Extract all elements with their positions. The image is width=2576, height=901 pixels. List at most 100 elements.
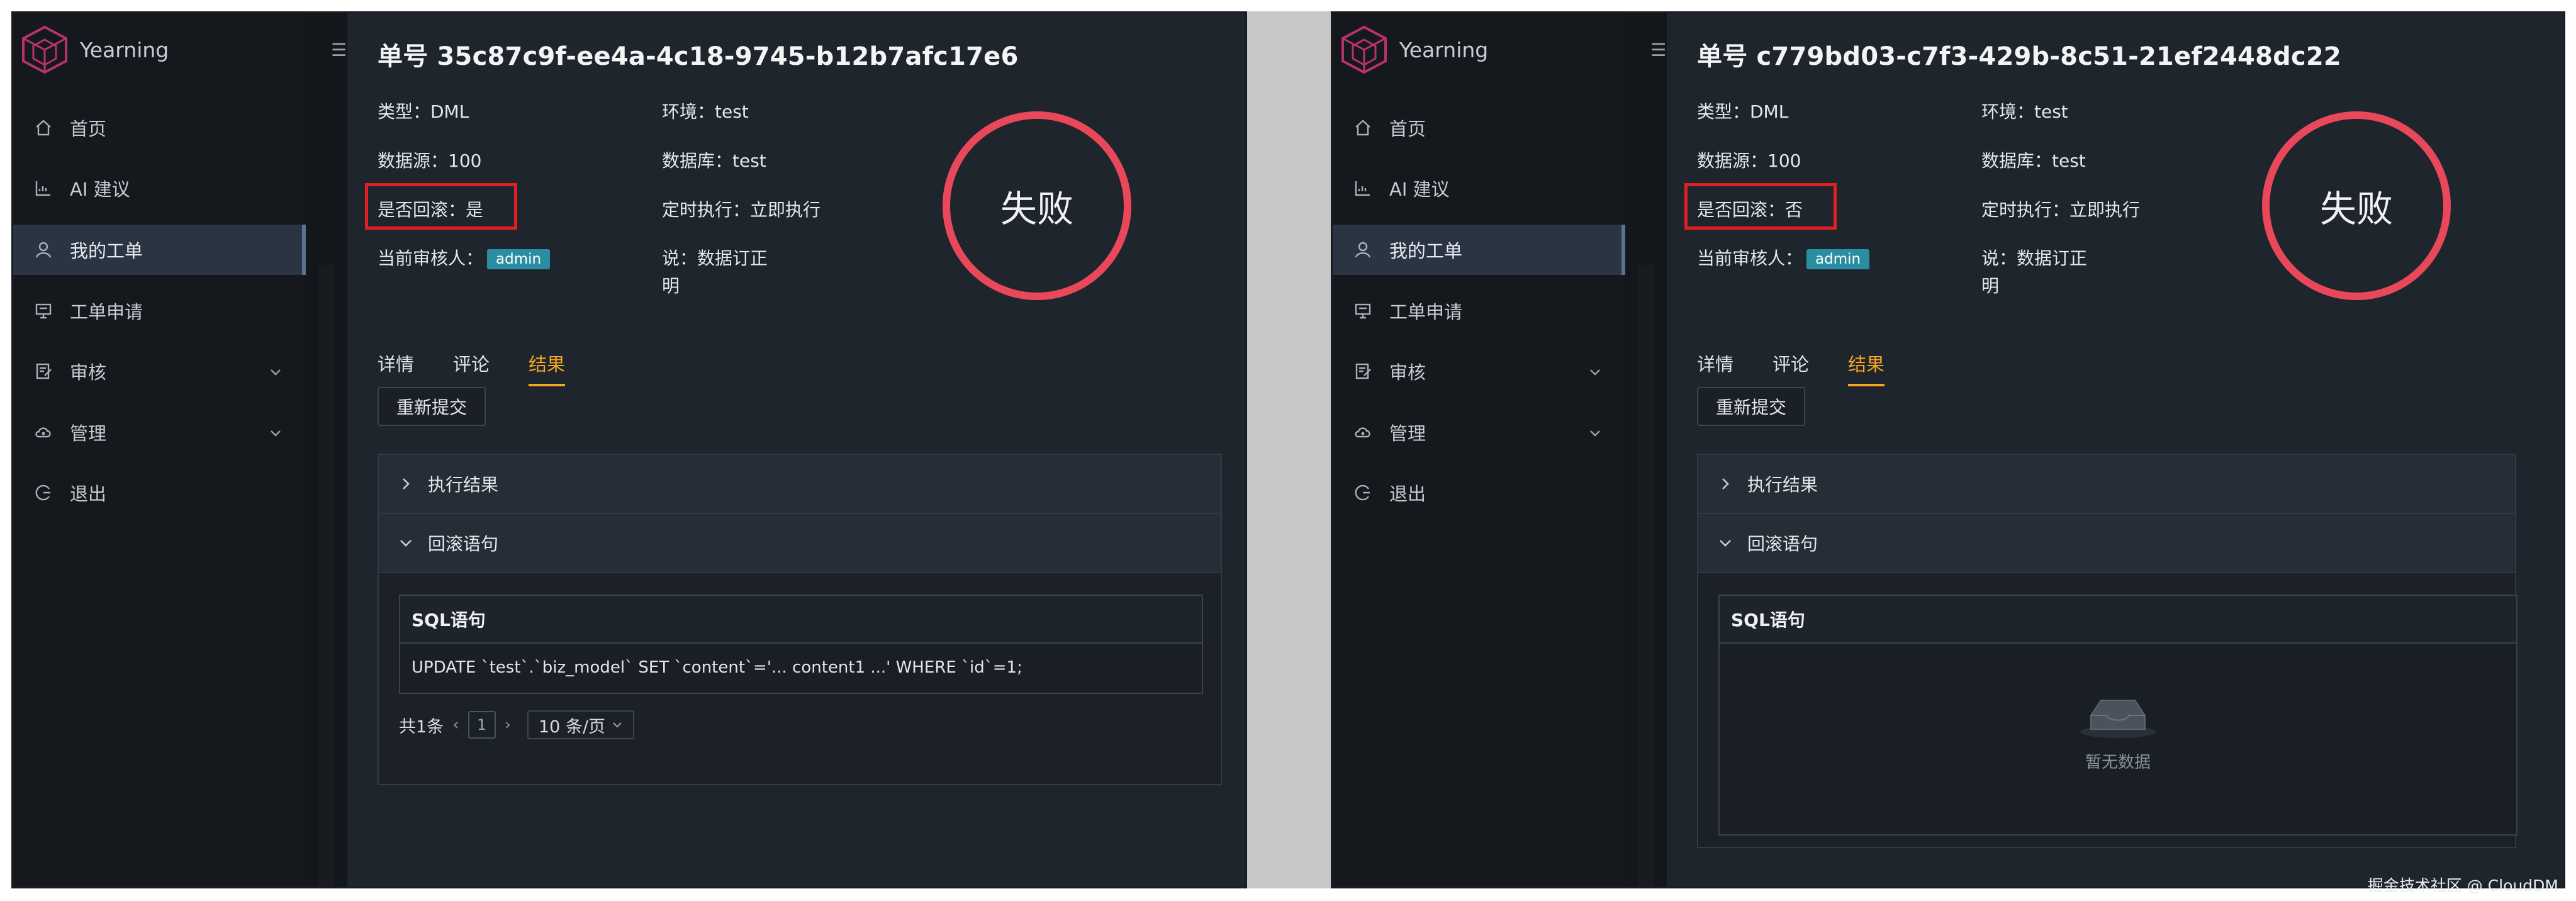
empty-box-icon bbox=[2080, 700, 2156, 738]
menu-item-my-orders[interactable]: 我的工单 bbox=[13, 225, 306, 275]
sql-column-header: SQL语句 bbox=[400, 596, 1202, 644]
collapse-label: 回滚语句 bbox=[428, 534, 499, 554]
page-number[interactable]: 1 bbox=[468, 711, 496, 739]
menu-label: 管理 bbox=[70, 423, 107, 444]
app-logo[interactable]: Yearning bbox=[1339, 25, 1488, 75]
field-schedule: 定时执行：立即执行 bbox=[662, 199, 821, 220]
user-icon bbox=[32, 238, 55, 261]
menu-label: 工单申请 bbox=[70, 301, 143, 323]
logout-icon bbox=[32, 481, 55, 504]
order-detail-panel: 单号 35c87c9f-ee4a-4c18-9745-b12b7afc17e6 … bbox=[347, 13, 1245, 887]
menu-item-ai[interactable]: AI 建议 bbox=[13, 163, 306, 213]
tab-comment[interactable]: 评论 bbox=[453, 350, 490, 376]
pager-total: 共1条 bbox=[399, 717, 444, 737]
rollback-highlight-box bbox=[365, 183, 517, 230]
tab-detail[interactable]: 详情 bbox=[1697, 350, 1733, 376]
audit-icon bbox=[1352, 360, 1374, 383]
chevron-right-icon bbox=[1717, 476, 1733, 492]
separator bbox=[1247, 11, 1331, 888]
menu-item-manage[interactable]: 管理 bbox=[13, 407, 306, 457]
empty-state: 暂无数据 bbox=[1720, 690, 2516, 773]
reviewer-label: 当前审核人： bbox=[1697, 248, 1803, 269]
collapse-exec-result[interactable]: 执行结果 bbox=[379, 455, 1221, 514]
reviewer-label: 当前审核人： bbox=[378, 248, 484, 269]
collapse-label: 回滚语句 bbox=[1747, 534, 1818, 554]
home-icon bbox=[1352, 116, 1374, 139]
order-detail-panel: 单号 c779bd03-c7f3-429b-8c51-21ef2448dc22 … bbox=[1667, 13, 2563, 887]
menu-item-audit[interactable]: 审核 bbox=[13, 346, 306, 396]
app-name: Yearning bbox=[80, 37, 169, 62]
prev-page-icon[interactable]: ‹ bbox=[452, 715, 459, 734]
chevron-down-icon bbox=[1717, 535, 1733, 551]
resubmit-button[interactable]: 重新提交 bbox=[378, 387, 486, 426]
tab-detail[interactable]: 详情 bbox=[378, 350, 414, 376]
audit-icon bbox=[32, 360, 55, 383]
result-collapse: 执行结果 回滚语句 SQL语句 暂无数据 bbox=[1697, 454, 2517, 848]
field-database: 数据库：test bbox=[662, 150, 766, 171]
yearning-logo-icon bbox=[22, 25, 67, 74]
menu-item-logout[interactable]: 退出 bbox=[1333, 467, 1625, 518]
page-size-value: 10 条/页 bbox=[539, 717, 606, 737]
menu-label: 首页 bbox=[70, 118, 107, 140]
chart-icon bbox=[1352, 177, 1374, 199]
collapse-label: 执行结果 bbox=[428, 474, 499, 495]
reviewer-badge: admin bbox=[487, 249, 551, 269]
menu-item-logout[interactable]: 退出 bbox=[13, 467, 306, 518]
field-env: 环境：test bbox=[662, 101, 749, 122]
app-logo[interactable]: Yearning bbox=[20, 25, 169, 75]
collapse-menu-icon[interactable]: ☰ bbox=[1650, 42, 1667, 59]
desc-line1: 说：数据订正 bbox=[662, 248, 768, 269]
field-reviewer: 当前审核人： admin bbox=[378, 245, 551, 270]
resubmit-button[interactable]: 重新提交 bbox=[1697, 387, 1806, 426]
chart-icon bbox=[32, 177, 55, 199]
collapse-rollback-stmt[interactable]: 回滚语句 bbox=[1698, 514, 2515, 573]
menu-item-manage[interactable]: 管理 bbox=[1333, 407, 1625, 457]
field-desc: 说：数据订正 明 bbox=[1981, 245, 2087, 300]
menu-label: 首页 bbox=[1389, 118, 1426, 140]
tab-result[interactable]: 结果 bbox=[529, 350, 566, 386]
right-screenshot: Yearning 首页 AI 建议 我的工单 工单申请 审核 管理 退出 ☰ 单… bbox=[1331, 11, 2565, 888]
tab-result[interactable]: 结果 bbox=[1848, 350, 1885, 386]
logout-icon bbox=[1352, 481, 1374, 504]
menu-label: 我的工单 bbox=[1389, 240, 1463, 262]
field-type: 类型：DML bbox=[1697, 101, 1789, 122]
next-page-icon[interactable]: › bbox=[505, 715, 511, 734]
desc-line2: 明 bbox=[662, 276, 680, 296]
menu-label: 工单申请 bbox=[1389, 301, 1463, 323]
home-icon bbox=[32, 116, 55, 139]
rollback-highlight-box bbox=[1684, 183, 1837, 230]
chevron-right-icon bbox=[398, 476, 414, 492]
content-gutter bbox=[306, 13, 347, 887]
chevron-down-icon bbox=[1588, 423, 1603, 439]
content-gutter bbox=[1625, 13, 1667, 887]
menu-label: 管理 bbox=[1389, 423, 1426, 444]
tab-comment[interactable]: 评论 bbox=[1772, 350, 1809, 376]
field-env: 环境：test bbox=[1981, 101, 2068, 122]
menu-item-apply[interactable]: 工单申请 bbox=[1333, 286, 1625, 336]
menu-item-my-orders[interactable]: 我的工单 bbox=[1333, 225, 1625, 275]
menu-item-home[interactable]: 首页 bbox=[13, 103, 306, 153]
menu-item-audit[interactable]: 审核 bbox=[1333, 346, 1625, 396]
monitor-icon bbox=[1352, 299, 1374, 322]
sidebar: Yearning 首页 AI 建议 我的工单 工单申请 审核 管理 退出 bbox=[13, 13, 306, 887]
field-datasource: 数据源：100 bbox=[378, 150, 482, 171]
sql-column-header: SQL语句 bbox=[1720, 596, 2516, 644]
menu-label: AI 建议 bbox=[70, 179, 130, 200]
status-fail-ring: 失败 bbox=[943, 111, 1131, 300]
menu-item-apply[interactable]: 工单申请 bbox=[13, 286, 306, 336]
desc-line2: 明 bbox=[1981, 276, 2000, 296]
collapse-menu-icon[interactable]: ☰ bbox=[331, 42, 347, 59]
menu-item-ai[interactable]: AI 建议 bbox=[1333, 163, 1625, 213]
chevron-down-icon bbox=[1588, 362, 1603, 378]
menu-label: 退出 bbox=[70, 483, 107, 505]
menu-label: 审核 bbox=[1389, 362, 1426, 383]
collapse-rollback-stmt[interactable]: 回滚语句 bbox=[379, 514, 1221, 573]
collapse-exec-result[interactable]: 执行结果 bbox=[1698, 455, 2515, 514]
status-text: 失败 bbox=[2319, 187, 2393, 230]
order-title: 单号 35c87c9f-ee4a-4c18-9745-b12b7afc17e6 bbox=[378, 42, 1019, 71]
menu-item-home[interactable]: 首页 bbox=[1333, 103, 1625, 153]
page-size-select[interactable]: 10 条/页 bbox=[527, 710, 635, 739]
left-screenshot: Yearning 首页 AI 建议 我的工单 工单申请 审核 管理 退出 ☰ 单… bbox=[11, 11, 1247, 888]
chevron-down-icon bbox=[398, 535, 414, 551]
menu-label: 审核 bbox=[70, 362, 107, 383]
